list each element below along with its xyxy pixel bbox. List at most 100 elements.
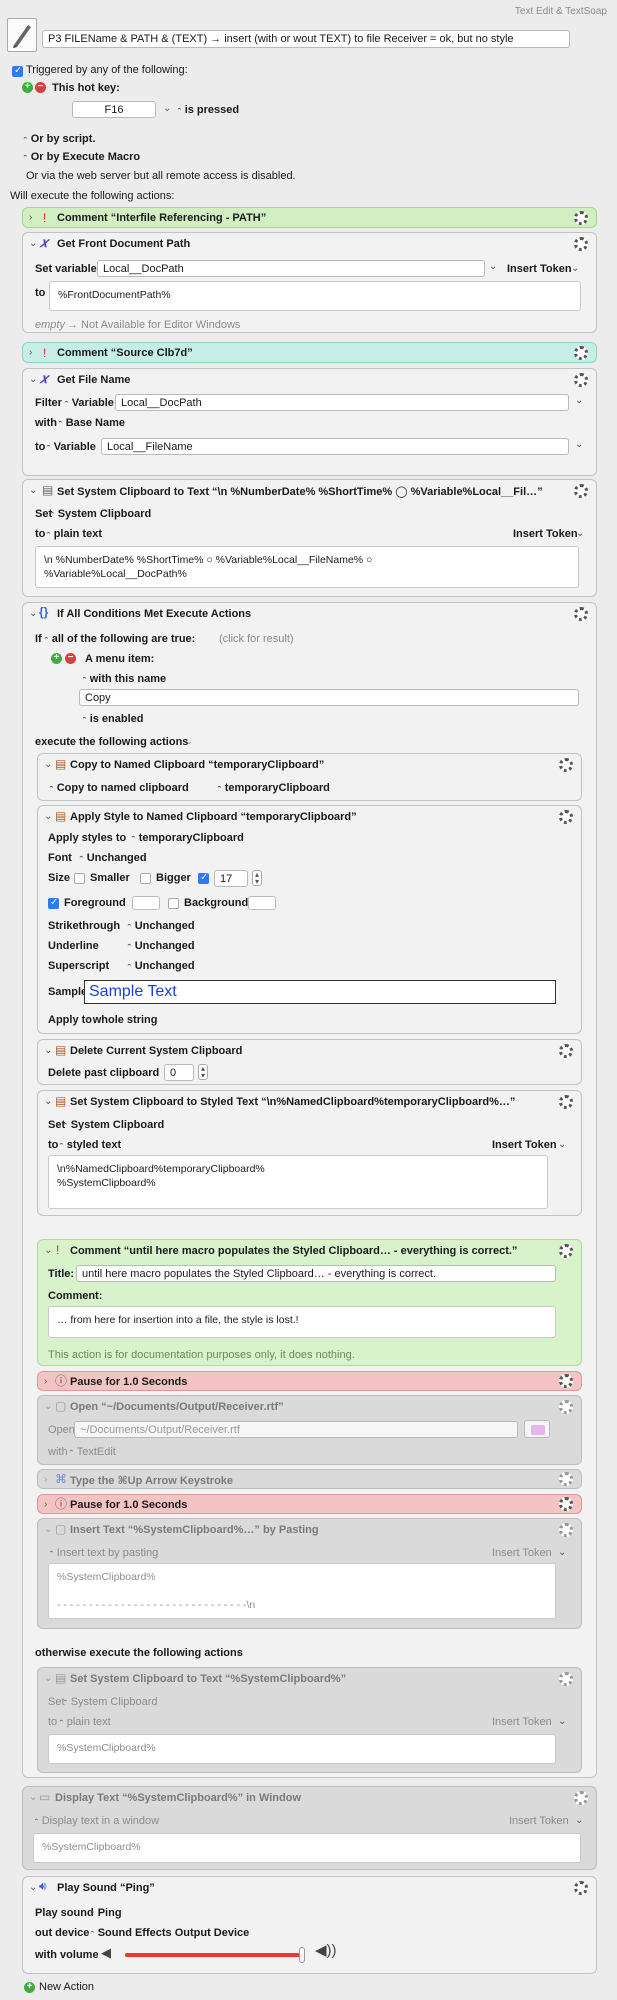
collapse-chevron-icon[interactable]: › <box>29 212 32 223</box>
otherwise-text-area[interactable]: %SystemClipboard% <box>48 1734 556 1764</box>
source-variable-field[interactable]: Local__DocPath <box>115 394 569 411</box>
size-stepper[interactable]: ▴ ▾ <box>252 870 262 886</box>
named-clipboard-popup[interactable]: temporaryClipboard <box>216 782 330 794</box>
smaller-checkbox[interactable] <box>74 873 85 884</box>
collapse-chevron-icon[interactable]: ⌄ <box>44 1245 52 1256</box>
macro-name-field[interactable]: P3 FILEName & PATH & (TEXT) → insert (wi… <box>42 30 570 48</box>
clipboard-text-area[interactable]: \n %NumberDate% %ShortTime% ○ %Variable%… <box>35 546 579 588</box>
bigger-checkbox[interactable] <box>140 873 151 884</box>
insert-token-button[interactable]: Insert Token <box>507 263 572 275</box>
action-play-sound[interactable]: ⌄ 🔊︎ Play Sound “Ping” Play sound Ping o… <box>22 1876 597 1974</box>
insert-token-button[interactable]: Insert Token <box>492 1547 552 1559</box>
background-checkbox[interactable] <box>168 898 179 909</box>
file-path-field[interactable]: ~/Documents/Output/Receiver.rtf <box>74 1421 518 1438</box>
gear-icon[interactable] <box>559 1672 573 1686</box>
action-delete-clipboard[interactable]: ⌄ ▤ Delete Current System Clipboard Dele… <box>37 1039 582 1085</box>
to-target-popup[interactable]: Variable <box>45 441 96 453</box>
otherwise-chevron-icon[interactable]: ⌄ <box>235 1647 243 1658</box>
insert-token-chevron-icon[interactable]: ⌄ <box>558 1139 566 1150</box>
value-textarea[interactable]: %FrontDocumentPath% <box>49 281 581 311</box>
collapse-chevron-icon[interactable]: ⌄ <box>29 238 37 249</box>
insert-token-button[interactable]: Insert Token <box>509 1815 569 1827</box>
variable-dropdown-icon[interactable]: ⌄ <box>575 439 583 450</box>
set-target-popup[interactable]: System Clipboard <box>49 508 152 520</box>
gear-icon[interactable] <box>574 607 588 621</box>
collapse-chevron-icon[interactable]: ⌄ <box>29 374 37 385</box>
remove-condition-icon[interactable]: − <box>65 653 76 664</box>
gear-icon[interactable] <box>559 810 573 824</box>
variable-dropdown-icon[interactable]: ⌄ <box>575 395 583 406</box>
action-copy-to-named-clipboard[interactable]: ⌄ ▤ Copy to Named Clipboard “temporaryCl… <box>37 753 582 801</box>
or-by-execute-macro[interactable]: Or by Execute Macro <box>22 151 140 163</box>
macro-icon[interactable] <box>7 18 37 52</box>
to-format-popup[interactable]: plain text <box>58 1716 111 1728</box>
size-field[interactable]: 17 <box>214 870 248 887</box>
target-variable-field[interactable]: Local__FileName <box>101 438 569 455</box>
collapse-chevron-icon[interactable]: ⌄ <box>29 485 37 496</box>
collapse-chevron-icon[interactable]: ⌄ <box>44 1045 52 1056</box>
delete-past-stepper[interactable]: ▴ ▾ <box>198 1064 208 1080</box>
click-for-result-link[interactable]: (click for result) <box>219 633 294 645</box>
hotkey-dropdown-icon[interactable]: ⌄ <box>163 103 171 114</box>
comment-text-area[interactable]: … from here for insertion into a file, t… <box>48 1306 556 1338</box>
insert-token-chevron-icon[interactable]: ⌄ <box>558 1547 566 1558</box>
to-format-popup[interactable]: styled text <box>58 1139 121 1151</box>
action-comment-interfile[interactable]: › ! Comment “Interfile Referencing - PAT… <box>22 207 597 228</box>
to-format-popup[interactable]: plain text <box>45 528 102 540</box>
action-insert-text[interactable]: ⌄ ▢ Insert Text “%SystemClipboard%…” by … <box>37 1518 582 1629</box>
gear-icon[interactable] <box>559 1497 573 1511</box>
insert-mode-popup[interactable]: Insert text by pasting <box>48 1547 159 1559</box>
underline-popup[interactable]: Unchanged <box>126 940 195 952</box>
gear-icon[interactable] <box>574 211 588 225</box>
gear-icon[interactable] <box>574 346 588 360</box>
variable-name-field[interactable]: Local__DocPath <box>97 260 485 277</box>
triggered-checkbox[interactable] <box>12 65 23 77</box>
action-pause-2[interactable]: › ⓘ Pause for 1.0 Seconds <box>37 1494 582 1514</box>
insert-token-button[interactable]: Insert Token <box>492 1139 557 1151</box>
hotkey-state-popup[interactable]: is pressed <box>176 104 239 116</box>
is-enabled-popup[interactable]: is enabled <box>81 713 144 725</box>
insert-token-chevron-icon[interactable]: ⌄ <box>575 1815 583 1826</box>
collapse-chevron-icon[interactable]: › <box>44 1376 47 1387</box>
collapse-chevron-icon[interactable]: ⌄ <box>44 1673 52 1684</box>
with-name-popup[interactable]: with this name <box>81 673 166 685</box>
hotkey-field[interactable]: F16 <box>72 101 156 118</box>
action-apply-style[interactable]: ⌄ ▤ Apply Style to Named Clipboard “temp… <box>37 805 582 1034</box>
gear-icon[interactable] <box>559 1523 573 1537</box>
add-trigger-icon[interactable]: + <box>22 82 33 93</box>
collapse-chevron-icon[interactable]: ⌄ <box>44 811 52 822</box>
gear-icon[interactable] <box>559 1472 573 1486</box>
delete-past-field[interactable]: 0 <box>164 1064 194 1081</box>
action-display-text[interactable]: ⌄ ▭ Display Text “%SystemClipboard%” in … <box>22 1786 597 1870</box>
gear-icon[interactable] <box>574 484 588 498</box>
action-comment-styled[interactable]: ⌄ ! Comment “until here macro populates … <box>37 1239 582 1366</box>
comment-title-field[interactable]: until here macro populates the Styled Cl… <box>76 1265 556 1282</box>
set-target-popup[interactable]: System Clipboard <box>62 1119 165 1131</box>
or-by-script[interactable]: Or by script. <box>22 133 96 145</box>
gear-icon[interactable] <box>559 1095 573 1109</box>
background-color-well[interactable] <box>248 896 276 910</box>
condition-mode-popup[interactable]: all of the following are true: <box>43 633 196 645</box>
collapse-chevron-icon[interactable]: ⌄ <box>44 1096 52 1107</box>
display-mode-popup[interactable]: Display text in a window <box>33 1815 159 1827</box>
volume-slider-knob[interactable] <box>299 1947 305 1963</box>
action-comment-source[interactable]: › ! Comment “Source Clb7d” <box>22 342 597 363</box>
with-popup[interactable]: Base Name <box>57 417 125 429</box>
collapse-chevron-icon[interactable]: ⌄ <box>44 1524 52 1535</box>
copy-mode-popup[interactable]: Copy to named clipboard <box>48 782 189 794</box>
gear-icon[interactable] <box>574 373 588 387</box>
application-popup[interactable]: TextEdit <box>68 1446 116 1458</box>
collapse-chevron-icon[interactable]: ⌄ <box>44 1401 52 1412</box>
action-set-clipboard-otherwise[interactable]: ⌄ ▤ Set System Clipboard to Text “%Syste… <box>37 1667 582 1773</box>
collapse-chevron-icon[interactable]: › <box>44 1474 47 1485</box>
execute-chevron-icon[interactable]: ⌄ <box>185 736 193 747</box>
new-action-icon[interactable]: + <box>24 1982 35 1993</box>
add-condition-icon[interactable]: + <box>51 653 62 664</box>
sound-popup[interactable]: Ping <box>89 1907 122 1919</box>
action-get-front-document-path[interactable]: ⌄ 𝑥 Get Front Document Path Set variable… <box>22 232 597 333</box>
collapse-chevron-icon[interactable]: ⌄ <box>29 608 37 619</box>
gear-icon[interactable] <box>559 1244 573 1258</box>
filter-source-popup[interactable]: Variable <box>63 397 114 409</box>
gear-icon[interactable] <box>574 237 588 251</box>
size-checkbox[interactable] <box>198 872 209 884</box>
